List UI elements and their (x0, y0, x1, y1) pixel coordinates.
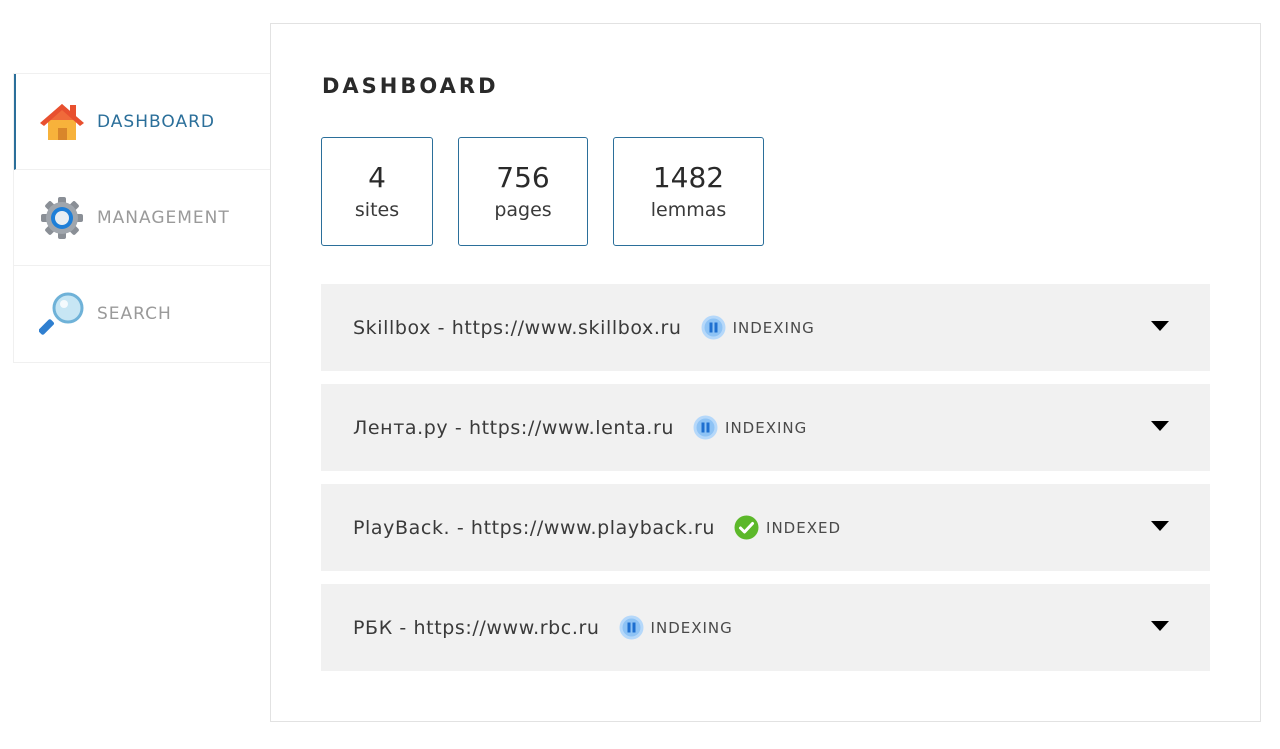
stats-row: 4 sites 756 pages 1482 lemmas (321, 137, 764, 246)
site-name: РБК - https://www.rbc.ru (353, 616, 600, 639)
sidebar-item-dashboard[interactable]: DASHBOARD (14, 74, 270, 170)
stat-card-lemmas: 1482 lemmas (613, 137, 764, 246)
stat-card-pages: 756 pages (458, 137, 588, 246)
stat-value: 756 (496, 160, 550, 194)
sidebar-item-label: MANAGEMENT (97, 207, 230, 228)
sidebar-item-management[interactable]: MANAGEMENT (14, 170, 270, 266)
site-row[interactable]: Лента.ру - https://www.lenta.ru INDEXING (321, 384, 1210, 471)
check-icon (734, 515, 759, 540)
status-text: INDEXING (732, 318, 815, 337)
site-name: Лента.ру - https://www.lenta.ru (353, 416, 675, 439)
site-row[interactable]: Skillbox - https://www.skillbox.ru INDEX… (321, 284, 1210, 371)
sidebar-item-label: SEARCH (97, 304, 172, 324)
gear-icon (39, 195, 85, 241)
stat-label: lemmas (650, 198, 727, 221)
sidebar-item-label: DASHBOARD (97, 111, 215, 132)
main-panel: DASHBOARD 4 sites 756 pages 1482 lemmas … (270, 23, 1261, 722)
stat-value: 1482 (652, 160, 725, 194)
status-text: INDEXING (650, 618, 733, 637)
site-row[interactable]: PlayBack. - https://www.playback.ru INDE… (321, 484, 1210, 571)
status-text: INDEXED (766, 518, 842, 537)
stat-value: 4 (368, 160, 386, 194)
page-title: DASHBOARD (322, 74, 499, 98)
site-name: Skillbox - https://www.skillbox.ru (353, 316, 682, 339)
chevron-down-icon[interactable] (1151, 621, 1169, 631)
pause-icon (693, 415, 718, 440)
site-row[interactable]: РБК - https://www.rbc.ru INDEXING (321, 584, 1210, 671)
house-icon (39, 99, 85, 145)
magnifier-icon (39, 291, 85, 337)
pause-icon (701, 315, 726, 340)
status-badge: INDEXING (701, 315, 815, 340)
chevron-down-icon[interactable] (1151, 421, 1169, 431)
sidebar: DASHBOARD MANAGEMENT SEARCH (13, 73, 270, 363)
chevron-down-icon[interactable] (1151, 321, 1169, 331)
stat-label: sites (354, 198, 400, 221)
pause-icon (619, 615, 644, 640)
stat-card-sites: 4 sites (321, 137, 433, 246)
site-name: PlayBack. - https://www.playback.ru (353, 516, 716, 539)
sidebar-item-search[interactable]: SEARCH (14, 266, 270, 362)
status-badge: INDEXING (619, 615, 733, 640)
status-text: INDEXING (725, 418, 808, 437)
status-badge: INDEXED (734, 515, 841, 540)
chevron-down-icon[interactable] (1151, 521, 1169, 531)
status-badge: INDEXING (693, 415, 807, 440)
site-list: Skillbox - https://www.skillbox.ru INDEX… (321, 284, 1210, 684)
stat-label: pages (494, 198, 552, 221)
